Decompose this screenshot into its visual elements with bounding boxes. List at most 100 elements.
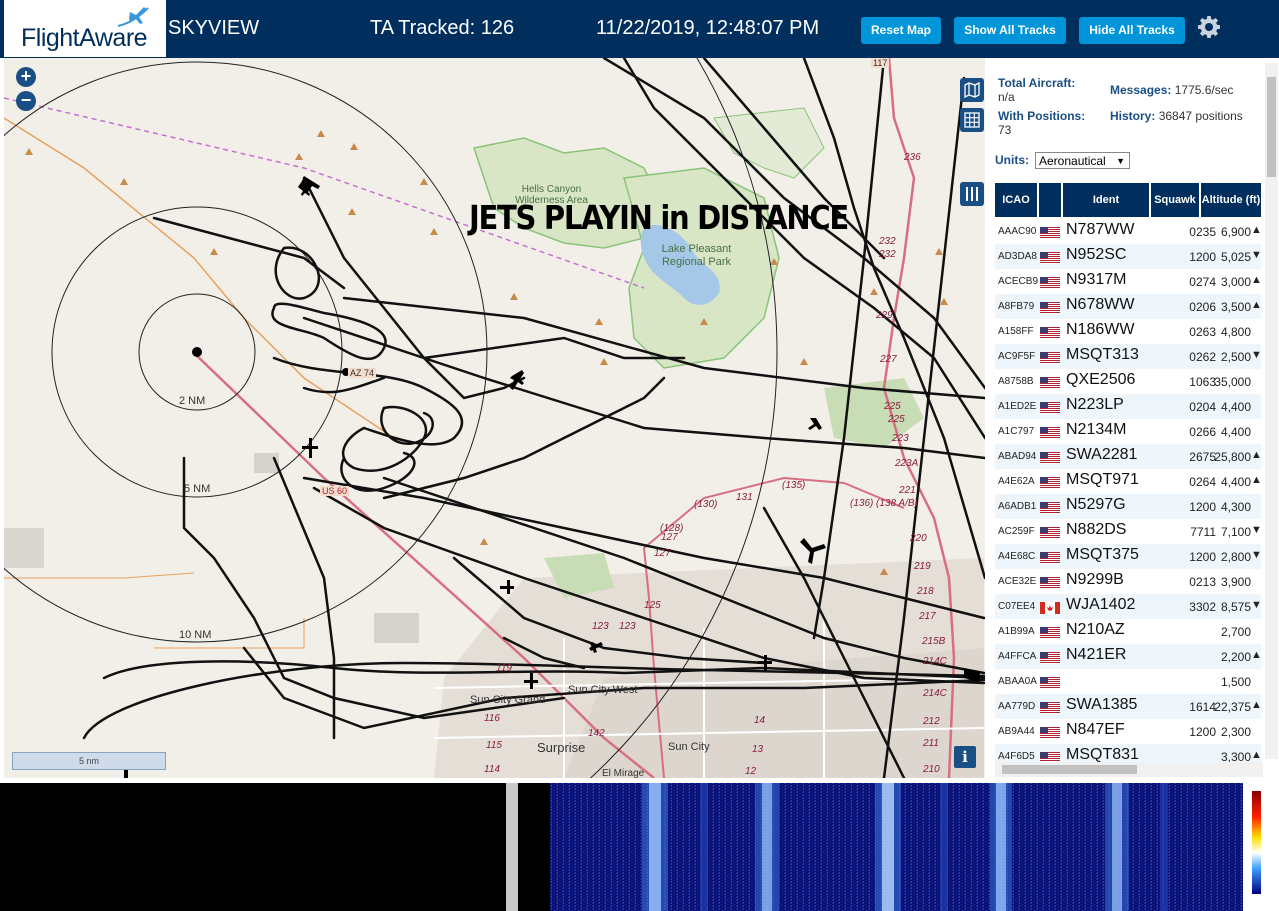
altitude-trend-icon: ▼ bbox=[1251, 349, 1262, 361]
table-row[interactable]: AB9A44 N847EF 1200 2,300 bbox=[995, 719, 1261, 745]
col-header-ident[interactable]: Ident bbox=[1063, 183, 1149, 217]
cell-ident: MSQT313 bbox=[1066, 346, 1139, 363]
table-row[interactable]: AC259F N882DS 7711 7,100 ▼ bbox=[995, 519, 1262, 545]
info-button[interactable]: i bbox=[954, 746, 976, 768]
cell-icao: A8FB79 bbox=[998, 301, 1035, 312]
total-aircraft-stat: Total Aircraft: n/a bbox=[998, 76, 1075, 104]
cell-ident: N9317M bbox=[1066, 271, 1127, 288]
table-row[interactable]: A4E68C MSQT375 1200 2,800 ▼ bbox=[995, 544, 1262, 570]
route-number: (130) bbox=[694, 499, 718, 510]
place-label-sun-city-west: Sun City West bbox=[568, 684, 638, 696]
place-label-el-mirage: El Mirage bbox=[602, 768, 645, 778]
canada-flag-icon bbox=[1040, 601, 1062, 614]
altitude-trend-icon: ▲ bbox=[1251, 649, 1262, 661]
zoom-out-button[interactable]: − bbox=[16, 91, 36, 111]
route-number: 223A bbox=[895, 458, 919, 469]
us-flag-icon bbox=[1040, 476, 1062, 489]
table-row[interactable]: A4FFCA N421ER 2,200 ▲ bbox=[995, 644, 1262, 670]
cell-altitude: 2,800 bbox=[1220, 550, 1251, 564]
route-number: 127 bbox=[661, 532, 678, 543]
table-row[interactable]: AAAC90 N787WW 0235 6,900 ▲ bbox=[995, 219, 1262, 245]
route-number: 214C bbox=[923, 656, 947, 667]
cell-ident: N421ER bbox=[1066, 646, 1127, 663]
table-row[interactable]: A4E62A MSQT971 0264 4,400 ▲ bbox=[995, 469, 1262, 495]
route-number: 13 bbox=[752, 744, 764, 755]
units-select[interactable]: Aeronautical ▼ bbox=[1035, 152, 1130, 169]
gear-icon[interactable] bbox=[1197, 15, 1221, 39]
table-row[interactable]: ABAD94 SWA2281 2675 25,800 ▲ bbox=[995, 444, 1262, 470]
table-row[interactable]: AC9F5F MSQT313 0262 2,500 ▼ bbox=[995, 344, 1262, 370]
range-label-10nm: 10 NM bbox=[179, 629, 212, 641]
range-label-5nm: 5 NM bbox=[184, 483, 211, 495]
table-row[interactable]: A8FB79 N678WW 0206 3,500 ▲ bbox=[995, 294, 1262, 320]
col-header-squawk[interactable]: Squawk bbox=[1151, 183, 1199, 217]
us-flag-icon bbox=[1040, 651, 1062, 664]
table-row[interactable]: ACECB9 N9317M 0274 3,000 ▲ bbox=[995, 269, 1262, 295]
cell-icao: A4E62A bbox=[998, 476, 1035, 487]
col-header-flag[interactable] bbox=[1039, 183, 1061, 217]
cell-icao: C07EE4 bbox=[998, 601, 1036, 612]
cell-altitude: 3,000 bbox=[1220, 275, 1251, 289]
grid-toggle-button[interactable] bbox=[960, 108, 984, 132]
cell-altitude: 3,500 bbox=[1220, 300, 1251, 314]
cell-ident: N5297G bbox=[1066, 496, 1126, 513]
zoom-in-button[interactable]: + bbox=[16, 67, 36, 87]
show-all-tracks-button[interactable]: Show All Tracks bbox=[954, 17, 1066, 44]
horizontal-scrollbar[interactable] bbox=[995, 762, 1263, 777]
us-flag-icon bbox=[1040, 526, 1062, 539]
color-scale-bar bbox=[1252, 791, 1261, 894]
flightaware-logo[interactable]: FlightAware bbox=[4, 0, 166, 57]
col-header-icao[interactable]: ICAO bbox=[995, 183, 1037, 217]
us-flag-icon bbox=[1040, 451, 1062, 464]
cell-icao: AA779D bbox=[998, 701, 1036, 712]
datetime: 11/22/2019, 12:48:07 PM bbox=[596, 17, 820, 39]
table-row[interactable]: C07EE4 WJA1402 3302 8,575 ▼ bbox=[995, 594, 1262, 620]
cell-icao: AC9F5F bbox=[998, 351, 1036, 362]
cell-altitude: 3,900 bbox=[1220, 575, 1251, 589]
map-view[interactable]: + − 2 NM 5 NM 10 NM Hells Canyon Wildern… bbox=[4, 58, 985, 778]
us-flag-icon bbox=[1040, 301, 1062, 314]
table-row[interactable]: A158FF N186WW 0263 4,800 bbox=[995, 319, 1261, 345]
altitude-trend-icon: ▲ bbox=[1251, 699, 1262, 711]
table-row[interactable]: AD3DA8 N952SC 1200 5,025 ▼ bbox=[995, 244, 1262, 270]
cell-ident: WJA1402 bbox=[1066, 596, 1136, 613]
altitude-trend-icon: ▲ bbox=[1251, 274, 1262, 286]
table-row[interactable]: AA779D SWA1385 1614 22,375 ▲ bbox=[995, 694, 1262, 720]
altitude-trend-icon: ▼ bbox=[1251, 524, 1262, 536]
table-row[interactable]: A6ADB1 N5297G 1200 4,300 bbox=[995, 494, 1261, 520]
cell-icao: AC259F bbox=[998, 526, 1035, 537]
table-row[interactable]: ACE32E N9299B 0213 3,900 bbox=[995, 569, 1261, 595]
cell-ident: N210AZ bbox=[1066, 621, 1125, 638]
cell-altitude: 4,800 bbox=[1220, 325, 1251, 339]
route-number: 217 bbox=[919, 611, 936, 622]
panel-divider[interactable] bbox=[506, 783, 518, 911]
vertical-scroll-thumb[interactable] bbox=[1267, 77, 1276, 177]
table-row[interactable]: ABAA0A 1,500 bbox=[995, 669, 1261, 695]
map-canvas[interactable] bbox=[4, 58, 985, 778]
top-header: FlightAware SKYVIEW TA Tracked: 126 11/2… bbox=[0, 0, 1279, 58]
hide-all-tracks-button[interactable]: Hide All Tracks bbox=[1079, 17, 1185, 44]
cell-ident: SWA2281 bbox=[1066, 446, 1138, 463]
us-flag-icon bbox=[1040, 376, 1062, 389]
table-row[interactable]: A1ED2E N223LP 0204 4,400 bbox=[995, 394, 1261, 420]
col-header-altitude[interactable]: Altitude (ft) bbox=[1201, 183, 1261, 217]
cell-altitude: 4,400 bbox=[1220, 400, 1251, 414]
map-layers-button[interactable] bbox=[960, 78, 984, 102]
column-toggle-button[interactable] bbox=[960, 182, 984, 206]
altitude-trend-icon: ▲ bbox=[1251, 474, 1262, 486]
table-row[interactable]: A1C797 N2134M 0266 4,400 bbox=[995, 419, 1261, 445]
us-flag-icon bbox=[1040, 576, 1062, 589]
vertical-scrollbar[interactable] bbox=[1265, 63, 1278, 759]
route-number: 125 bbox=[644, 600, 661, 611]
route-number: 212 bbox=[923, 716, 940, 727]
reset-map-button[interactable]: Reset Map bbox=[861, 17, 941, 44]
total-aircraft-label: Total Aircraft: bbox=[998, 76, 1076, 90]
route-number: 236 bbox=[904, 152, 921, 163]
horizontal-scroll-thumb[interactable] bbox=[1002, 765, 1137, 774]
altitude-trend-icon: ▼ bbox=[1251, 599, 1262, 611]
range-label-2nm: 2 NM bbox=[179, 395, 206, 407]
altitude-trend-icon: ▼ bbox=[1251, 549, 1262, 561]
table-row[interactable]: A8758B QXE2506 1063 35,000 bbox=[995, 369, 1261, 395]
route-number: (135) bbox=[782, 480, 806, 491]
table-row[interactable]: A1B99A N210AZ 2,700 bbox=[995, 619, 1261, 645]
